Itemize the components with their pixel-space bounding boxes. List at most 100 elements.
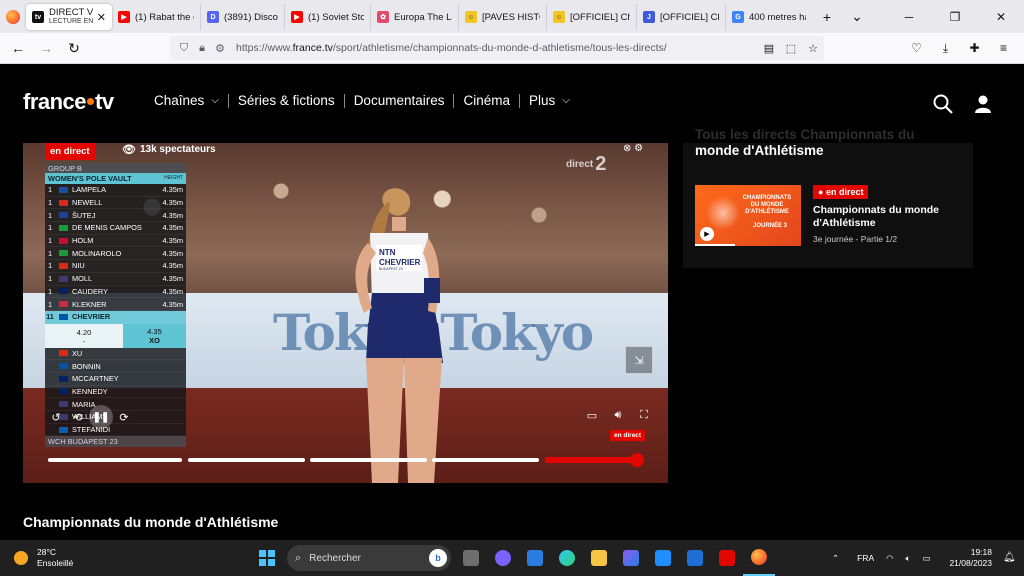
- firefox-menu-icon[interactable]: [0, 0, 26, 33]
- tab-direct-video[interactable]: tv DIRECT VIDÉO LECTURE EN COURS ✕: [26, 4, 112, 30]
- restore-icon[interactable]: ❐: [932, 0, 978, 33]
- wifi-icon[interactable]: ◠: [880, 553, 899, 564]
- subtitles-icon[interactable]: ▭: [579, 405, 605, 425]
- tab-officiel-1[interactable]: ☺ [OFFICIEL] Ch: [547, 4, 637, 30]
- battery-icon[interactable]: ▭: [917, 553, 937, 564]
- results-row: 1 NEWELL 4.35m: [45, 196, 186, 210]
- bing-icon[interactable]: b: [429, 549, 447, 567]
- smiley-icon: ☺: [465, 11, 477, 23]
- new-tab-button[interactable]: +: [812, 0, 842, 33]
- results-row: 1 CAUDERY 4.35m: [45, 285, 186, 299]
- url-bar[interactable]: ⛉ 🔒︎ ⚙ https://www.france.tv/sport/athle…: [170, 36, 824, 60]
- rewind-10-icon[interactable]: ⟲: [67, 406, 89, 428]
- reader-view-icon[interactable]: ▤: [758, 42, 780, 55]
- svg-text:CHEVRIER: CHEVRIER: [379, 258, 421, 267]
- video-player[interactable]: Tokyo Tokyo NTN CHEVRIER BUDAPEST 23 en: [23, 143, 668, 483]
- tlc-icon[interactable]: [711, 540, 743, 576]
- taskbar-search[interactable]: ⌕ Rechercher b: [287, 545, 451, 571]
- menu-icon[interactable]: ≡: [989, 41, 1018, 56]
- results-row: 1 MOLINAROLO 4.35m: [45, 247, 186, 261]
- list-tabs-icon[interactable]: ⌄: [842, 0, 872, 33]
- speaker-icon[interactable]: 🔈︎: [900, 553, 917, 564]
- bookmark-star-icon[interactable]: ☆: [802, 42, 824, 55]
- forward-icon[interactable]: →: [32, 34, 60, 62]
- downloads-icon[interactable]: ⤓: [931, 41, 960, 56]
- chat-icon[interactable]: [487, 540, 519, 576]
- firefox-taskbar-icon[interactable]: [743, 540, 775, 576]
- tab-paves[interactable]: ☺ [PAVES HISTO: [459, 4, 547, 30]
- results-row: 1 ŠUTEJ 4.35m: [45, 209, 186, 223]
- forward-10-icon[interactable]: ⟳: [113, 406, 135, 428]
- channel-watermark: direct 2: [566, 153, 607, 175]
- results-row: 1 MOLL 4.35m: [45, 272, 186, 286]
- tab-europa[interactable]: ✿ Europa The La: [371, 4, 459, 30]
- minimize-icon[interactable]: ─: [886, 0, 932, 33]
- copilot-icon[interactable]: [615, 540, 647, 576]
- francetv-logo[interactable]: france tv: [23, 89, 114, 115]
- lock-icon[interactable]: 🔒︎: [194, 42, 210, 55]
- nav-documentaires[interactable]: Documentaires: [345, 93, 454, 108]
- search-icon: ⌕: [295, 551, 302, 564]
- athlete-figure: NTN CHEVRIER BUDAPEST 23: [355, 188, 443, 483]
- svg-text:NTN: NTN: [379, 248, 396, 257]
- tray-chevron-icon[interactable]: ⌃: [826, 553, 845, 564]
- nav-plus[interactable]: Plus ⌵: [520, 93, 579, 108]
- task-view-icon[interactable]: [455, 540, 487, 576]
- restart-icon[interactable]: ↺: [45, 406, 67, 428]
- back-icon[interactable]: ←: [4, 34, 32, 62]
- start-button[interactable]: [251, 540, 283, 576]
- clock[interactable]: 19:18 21/08/2023: [944, 547, 992, 569]
- permissions-icon[interactable]: ⚙: [212, 42, 228, 55]
- tab-google-400m[interactable]: G 400 metres ha: [726, 4, 812, 30]
- weather-widget[interactable]: 28°C Ensoleillé: [14, 547, 214, 569]
- tab-youtube-soviet[interactable]: ▶ (1) Soviet Stor: [285, 4, 371, 30]
- pause-button[interactable]: ❚❚: [89, 405, 113, 429]
- nav-series-fictions[interactable]: Séries & fictions: [229, 93, 344, 108]
- url-text[interactable]: https://www.france.tv/sport/athletisme/c…: [236, 42, 667, 54]
- search-icon[interactable]: [933, 94, 953, 114]
- picture-in-picture-button[interactable]: ⇲: [625, 346, 653, 374]
- extensions-icon[interactable]: ✚: [960, 41, 989, 56]
- jv-icon: J: [643, 11, 655, 23]
- fullscreen-icon[interactable]: ⛶: [631, 405, 657, 425]
- language-indicator[interactable]: FRA: [851, 553, 880, 563]
- browser-nav-bar: ← → ↻ ⛉ 🔒︎ ⚙ https://www.france.tv/sport…: [0, 33, 1024, 64]
- mycanal-icon[interactable]: [647, 540, 679, 576]
- channel-settings-icon[interactable]: ⊗ ⚙: [623, 143, 651, 157]
- timeline-playhead[interactable]: [630, 453, 644, 467]
- nav-cinema[interactable]: Cinéma: [454, 93, 519, 108]
- edge-icon[interactable]: [551, 540, 583, 576]
- screenshot-icon[interactable]: ⬚: [780, 42, 802, 55]
- pocket-icon[interactable]: ♡: [902, 41, 931, 56]
- tab-officiel-2[interactable]: J [OFFICIEL] Ch: [637, 4, 726, 30]
- live-card-thumbnail[interactable]: CHAMPIONNATS DU MONDE D'ATHLÉTISME JOURN…: [695, 185, 801, 246]
- windows-taskbar: 28°C Ensoleillé ⌕ Rechercher b ⌃ FRA ◠ 🔈…: [0, 540, 1024, 576]
- nav-chaines[interactable]: Chaînes ⌵: [154, 93, 228, 108]
- user-account-icon[interactable]: [973, 94, 993, 114]
- live-card-subtitle: 3e journée - Partie 1/2: [813, 234, 898, 244]
- play-icon[interactable]: ▶: [700, 227, 714, 241]
- browser-tab-strip: tv DIRECT VIDÉO LECTURE EN COURS ✕ ▶ (1)…: [0, 0, 1024, 33]
- close-tab-icon[interactable]: ✕: [93, 11, 106, 24]
- shield-icon[interactable]: ⛉: [176, 42, 192, 55]
- store-icon[interactable]: [519, 540, 551, 576]
- volume-icon[interactable]: 🔊︎: [605, 405, 631, 425]
- notifications-icon[interactable]: 🔔︎: [1003, 552, 1016, 563]
- mail-icon[interactable]: [679, 540, 711, 576]
- tab-youtube-rabat[interactable]: ▶ (1) Rabat the o: [112, 4, 201, 30]
- results-upcoming-row: KENNEDY: [45, 385, 186, 399]
- timeline-segment: [432, 458, 539, 462]
- file-explorer-icon[interactable]: [583, 540, 615, 576]
- francetv-favicon-icon: tv: [32, 11, 44, 23]
- timeline-segment: [188, 458, 305, 462]
- francetv-page: france tv Chaînes ⌵ Séries & fictions Docu…: [0, 64, 1024, 540]
- go-live-button[interactable]: en direct: [610, 430, 646, 441]
- player-controls-left: ↺ ⟲ ❚❚ ⟳: [45, 405, 135, 429]
- player-timeline[interactable]: [48, 453, 648, 467]
- close-window-icon[interactable]: ✕: [978, 0, 1024, 33]
- chevron-down-icon: ⌵: [562, 95, 570, 106]
- live-card-title[interactable]: Championnats du monde d'Athlétisme: [813, 204, 963, 230]
- tab-discord[interactable]: D (3891) Discord: [201, 4, 285, 30]
- youtube-icon: ▶: [118, 11, 130, 23]
- reload-icon[interactable]: ↻: [60, 34, 88, 62]
